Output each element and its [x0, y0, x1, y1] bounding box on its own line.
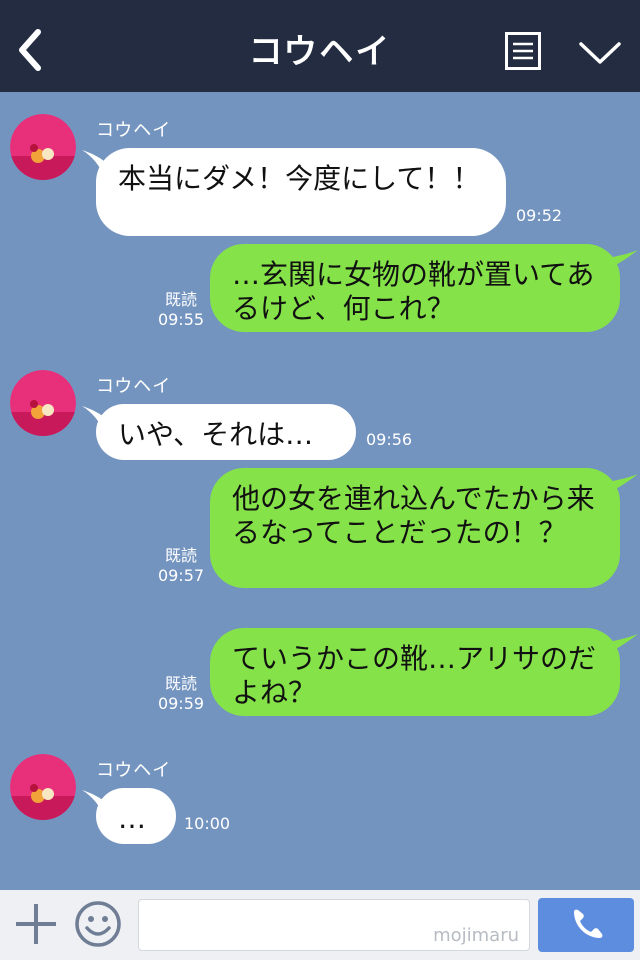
message-time: 09:55	[157, 310, 205, 329]
sender-name: コウヘイ	[96, 760, 172, 781]
message-time: 09:57	[157, 566, 205, 585]
chevron-down-icon[interactable]	[578, 38, 622, 68]
message-bubble[interactable]: …	[96, 788, 176, 844]
read-receipt: 既読	[164, 290, 197, 309]
input-bar: mojimaru	[0, 890, 640, 960]
smiley-icon[interactable]	[74, 900, 122, 948]
read-receipt: 既読	[164, 674, 197, 693]
bubble-tail	[608, 250, 638, 268]
watermark-text: mojimaru	[433, 925, 519, 946]
message-time: 09:52	[516, 206, 563, 225]
message-bubble[interactable]: …玄関に女物の靴が置いてあるけど、何これ？	[210, 244, 620, 332]
message-time: 10:00	[184, 814, 231, 833]
message-bubble[interactable]: ていうかこの靴…アリサのだよね？	[210, 628, 620, 716]
chat-title: コウヘイ	[248, 32, 392, 72]
message-list[interactable]: コウヘイ 本当にダメ！今度にして！！ 09:52 既読 09:55 …玄関に女物…	[0, 92, 640, 890]
call-button[interactable]	[538, 898, 634, 952]
sender-name: コウヘイ	[96, 120, 172, 141]
avatar[interactable]	[10, 370, 76, 436]
avatar[interactable]	[10, 754, 76, 820]
chat-header: コウヘイ	[0, 0, 640, 92]
message-bubble[interactable]: いや、それは…	[96, 404, 356, 460]
message-bubble[interactable]: 他の女を連れ込んでたから来るなってことだったの！？	[210, 468, 620, 588]
plus-icon[interactable]	[14, 902, 58, 946]
avatar[interactable]	[10, 114, 76, 180]
message-time: 09:56	[366, 430, 413, 449]
list-menu-icon[interactable]	[505, 32, 541, 70]
phone-icon	[574, 909, 603, 938]
bubble-tail	[608, 634, 638, 652]
message-input[interactable]: mojimaru	[138, 899, 530, 951]
message-time: 09:59	[157, 694, 205, 713]
bubble-tail	[608, 474, 638, 492]
read-receipt: 既読	[164, 546, 197, 565]
sender-name: コウヘイ	[96, 376, 172, 397]
message-bubble[interactable]: 本当にダメ！今度にして！！	[96, 148, 506, 236]
